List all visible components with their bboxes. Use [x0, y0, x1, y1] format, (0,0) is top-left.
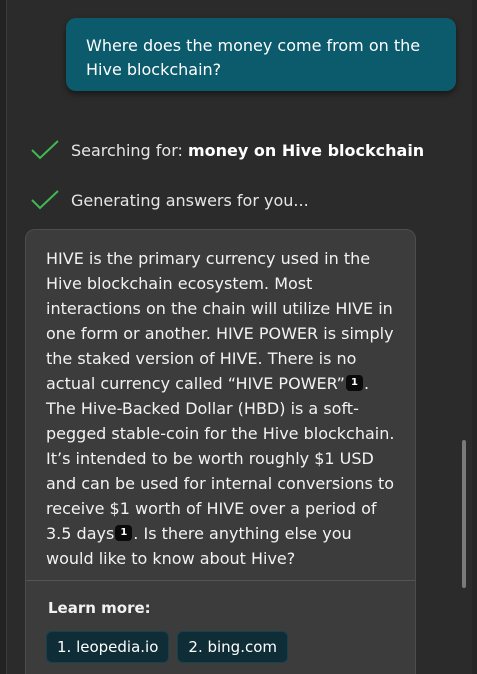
source-link-leopedia[interactable]: 1. leopedia.io	[46, 631, 170, 663]
user-message-bubble: Where does the money come from on the Hi…	[66, 18, 456, 91]
user-message-line: Where does the money come from on the	[86, 36, 421, 55]
search-status-prefix: Searching for:	[71, 140, 188, 160]
search-status: Searching for: money on Hive blockchain	[30, 137, 424, 163]
learn-more-label: Learn more:	[48, 599, 151, 617]
check-icon	[31, 140, 59, 160]
citation-badge[interactable]: 1	[115, 525, 133, 541]
check-icon	[31, 190, 59, 210]
generating-status-text: Generating answers for you...	[71, 190, 309, 210]
scrollbar[interactable]	[460, 0, 470, 674]
answer-text: HIVE is the primary currency used in the…	[46, 246, 398, 571]
answer-card: HIVE is the primary currency used in the…	[25, 229, 416, 674]
answer-text-part: . The Hive-Backed Dollar (HBD) is a soft…	[46, 374, 395, 543]
learn-more-links: 1. leopedia.io 2. bing.com	[46, 631, 289, 663]
scrollbar-thumb[interactable]	[462, 440, 466, 588]
right-panel-edge	[472, 0, 477, 674]
search-query: money on Hive blockchain	[188, 140, 425, 160]
user-message-line: Hive blockchain?	[86, 60, 222, 79]
left-panel-edge	[0, 0, 7, 674]
source-link-bing[interactable]: 2. bing.com	[177, 631, 289, 663]
chat-page: Where does the money come from on the Hi…	[0, 0, 477, 674]
citation-badge[interactable]: 1	[345, 375, 363, 391]
answer-divider	[26, 580, 415, 581]
generating-status: Generating answers for you...	[30, 187, 309, 213]
answer-text-part: HIVE is the primary currency used in the…	[46, 249, 394, 393]
